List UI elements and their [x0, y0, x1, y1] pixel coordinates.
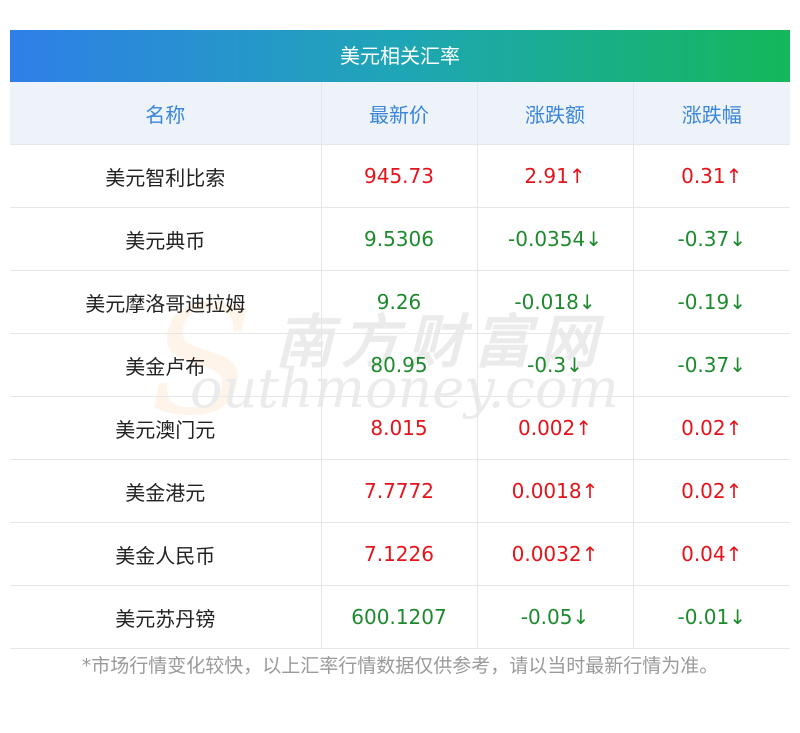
currency-name-cell: 美金人民币: [10, 522, 322, 586]
price-cell: 7.1226: [321, 522, 478, 586]
change-cell: 0.002↑: [477, 396, 634, 460]
change-cell: -0.018↓: [477, 270, 634, 334]
table-row: 美元苏丹镑 600.1207 -0.05↓ -0.01↓: [10, 585, 790, 649]
currency-name-cell: 美元澳门元: [10, 396, 322, 460]
price-cell: 80.95: [321, 333, 478, 397]
price-cell: 8.015: [321, 396, 478, 460]
change-cell: 2.91↑: [477, 144, 634, 208]
table-title: 美元相关汇率: [10, 30, 790, 82]
change-pct-cell: 0.02↑: [633, 459, 790, 523]
currency-name-cell: 美元苏丹镑: [10, 585, 322, 649]
price-cell: 9.26: [321, 270, 478, 334]
change-pct-cell: 0.31↑: [633, 144, 790, 208]
change-pct-cell: 0.04↑: [633, 522, 790, 586]
change-cell: -0.3↓: [477, 333, 634, 397]
change-pct-cell: -0.01↓: [633, 585, 790, 649]
table-row: 美金人民币 7.1226 0.0032↑ 0.04↑: [10, 522, 790, 586]
change-pct-cell: -0.37↓: [633, 333, 790, 397]
currency-name-cell: 美元智利比索: [10, 144, 322, 208]
table-row: 美元典币 9.5306 -0.0354↓ -0.37↓: [10, 207, 790, 271]
header-row: 名称 最新价 涨跌额 涨跌幅: [10, 82, 790, 145]
price-cell: 9.5306: [321, 207, 478, 271]
exchange-rate-card: 美元相关汇率 名称 最新价 涨跌额 涨跌幅 美元智利比索 945.73 2.91↑ 0…: [10, 30, 790, 649]
table-row: 美元澳门元 8.015 0.002↑ 0.02↑: [10, 396, 790, 460]
currency-name-cell: 美元典币: [10, 207, 322, 271]
change-pct-cell: -0.37↓: [633, 207, 790, 271]
header-pct: 涨跌幅: [633, 82, 790, 145]
table-row: 美元智利比索 945.73 2.91↑ 0.31↑: [10, 144, 790, 208]
change-cell: -0.05↓: [477, 585, 634, 649]
price-cell: 600.1207: [321, 585, 478, 649]
header-change: 涨跌额: [477, 82, 634, 145]
price-cell: 945.73: [321, 144, 478, 208]
price-cell: 7.7772: [321, 459, 478, 523]
exchange-rate-table: 名称 最新价 涨跌额 涨跌幅 美元智利比索 945.73 2.91↑ 0.31↑ 美元典…: [10, 82, 790, 649]
change-pct-cell: -0.19↓: [633, 270, 790, 334]
change-pct-cell: 0.02↑: [633, 396, 790, 460]
table-row: 美金卢布 80.95 -0.3↓ -0.37↓: [10, 333, 790, 397]
change-cell: 0.0032↑: [477, 522, 634, 586]
change-cell: 0.0018↑: [477, 459, 634, 523]
currency-name-cell: 美金港元: [10, 459, 322, 523]
currency-name-cell: 美元摩洛哥迪拉姆: [10, 270, 322, 334]
header-price: 最新价: [321, 82, 478, 145]
currency-name-cell: 美金卢布: [10, 333, 322, 397]
table-row: 美元摩洛哥迪拉姆 9.26 -0.018↓ -0.19↓: [10, 270, 790, 334]
disclaimer-note: *市场行情变化较快，以上汇率行情数据仅供参考，请以当时最新行情为准。: [81, 655, 719, 677]
change-cell: -0.0354↓: [477, 207, 634, 271]
table-row: 美金港元 7.7772 0.0018↑ 0.02↑: [10, 459, 790, 523]
header-name: 名称: [10, 82, 322, 145]
